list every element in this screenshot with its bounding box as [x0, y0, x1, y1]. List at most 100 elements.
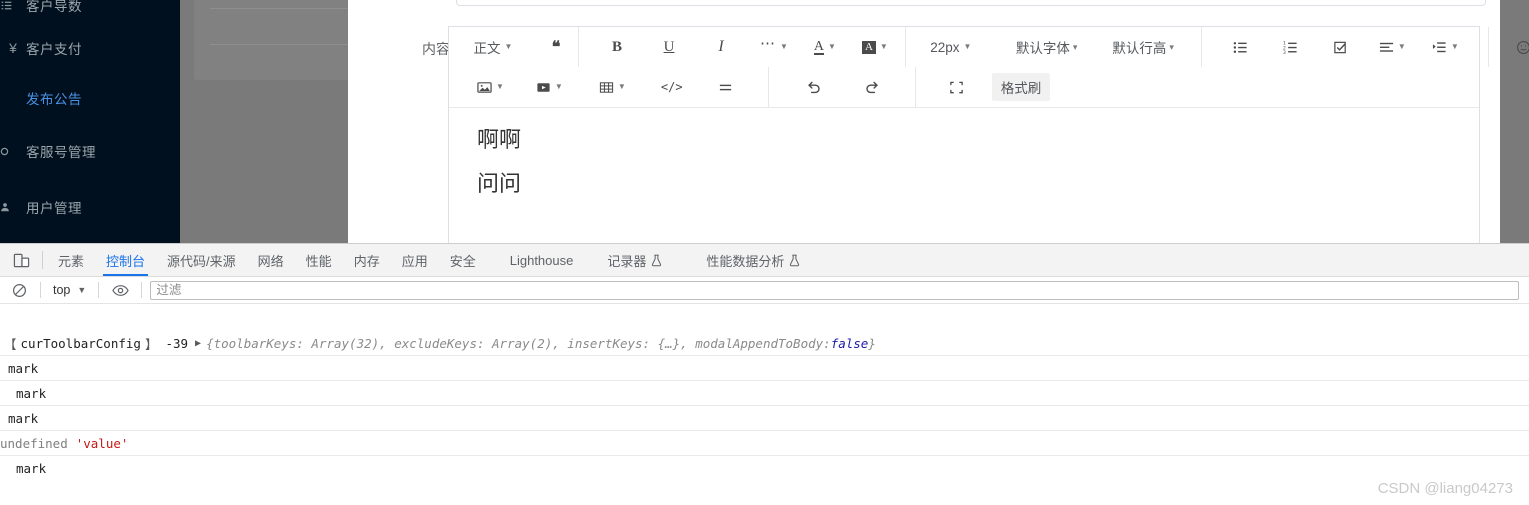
- image-icon: [477, 80, 492, 95]
- toolbar-group-font: 22px ▼ 默认字体 ▾ 默认行高 ▾: [906, 27, 1185, 67]
- tab-label: 控制台: [106, 253, 146, 269]
- emoji-dropdown[interactable]: ▼: [1512, 32, 1529, 62]
- font-size-dropdown[interactable]: 22px ▼: [923, 32, 979, 62]
- numbered-list-button[interactable]: 1 2 3: [1276, 32, 1306, 62]
- format-painter-label: 格式刷: [1000, 81, 1042, 96]
- tab-security[interactable]: 安全: [439, 244, 487, 276]
- expand-triangle-icon[interactable]: ▶: [195, 338, 201, 349]
- console-message-list[interactable]: 【 curToolbarConfig 】 -39 ▶ {toolbarKeys:…: [0, 305, 1529, 505]
- font-color-dropdown[interactable]: A ▼: [810, 32, 840, 62]
- paragraph-style-dropdown[interactable]: 正文 ▼: [466, 32, 520, 62]
- font-family-dropdown[interactable]: 默认字体 ▾: [1012, 32, 1082, 62]
- tab-recorder[interactable]: 记录器: [596, 244, 673, 276]
- divider-button[interactable]: [711, 72, 741, 102]
- editor-content-area[interactable]: 啊啊 问问: [449, 108, 1479, 224]
- todo-list-button[interactable]: [1326, 32, 1356, 62]
- string-value: 'value': [75, 435, 129, 451]
- bold-button[interactable]: B: [602, 32, 632, 62]
- image-dropdown[interactable]: ▼: [473, 72, 508, 102]
- toolbar-group-media: ▼ ▼ ▼ </>: [449, 67, 756, 107]
- tab-lighthouse[interactable]: Lighthouse: [499, 244, 585, 276]
- console-object-row[interactable]: 【 curToolbarConfig 】 -39 ▶ {toolbarKeys:…: [0, 331, 1529, 356]
- live-expression-button[interactable]: [107, 284, 133, 297]
- tab-elements[interactable]: 元素: [47, 244, 95, 276]
- tab-label: 内存: [353, 253, 380, 269]
- tab-sources[interactable]: 源代码/来源: [156, 244, 247, 276]
- inspect-device-toolbar-icon[interactable]: [4, 244, 38, 276]
- italic-button[interactable]: I: [706, 32, 736, 62]
- code-icon: </>: [660, 80, 683, 94]
- emoji-icon: [1516, 40, 1529, 55]
- tab-network[interactable]: 网络: [247, 244, 295, 276]
- undo-button[interactable]: [799, 72, 829, 102]
- bullet-list-button[interactable]: [1226, 32, 1256, 62]
- sidebar-item-publish-announcement[interactable]: 发布公告: [0, 87, 180, 109]
- object-count: -39: [165, 335, 189, 351]
- sidebar-item-service-account[interactable]: 客服号管理: [0, 140, 180, 162]
- line-height-dropdown[interactable]: 默认行高 ▾: [1108, 32, 1178, 62]
- list-icon: [0, 0, 26, 12]
- editor-paragraph: 问问: [477, 170, 522, 196]
- video-dropdown[interactable]: ▼: [532, 72, 567, 102]
- bullet-list-icon: [1233, 40, 1248, 55]
- tab-divider: [42, 251, 43, 269]
- filter-bar-divider: [40, 282, 41, 298]
- sidebar-item-customer-payment[interactable]: ¥ 客户支付: [0, 37, 180, 59]
- table-dropdown[interactable]: ▼: [595, 72, 630, 102]
- align-left-icon: [1379, 40, 1394, 55]
- underline-button[interactable]: U: [654, 32, 684, 62]
- tab-label: 性能数据分析: [706, 253, 785, 269]
- circle-icon: [0, 147, 26, 156]
- italic-icon: I: [718, 38, 724, 55]
- filter-bar-divider: [98, 282, 100, 298]
- chevron-down-icon: ▼: [617, 81, 626, 91]
- app-sidebar[interactable]: 客户导数 ¥ 客户支付 发布公告 客服号管理 用户管理: [0, 0, 180, 243]
- devtools-tab-bar[interactable]: 元素 控制台 源代码/来源 网络 性能 内存 应用 安全 Lighthouse …: [0, 244, 1529, 277]
- align-dropdown[interactable]: ▼: [1375, 32, 1410, 62]
- chevron-down-icon: ▾: [1169, 41, 1174, 52]
- console-blank-row: [0, 305, 1529, 331]
- tab-performance[interactable]: 性能: [295, 244, 343, 276]
- devtools-panel: 元素 控制台 源代码/来源 网络 性能 内存 应用 安全 Lighthouse …: [0, 243, 1529, 505]
- sidebar-item-user-management[interactable]: 用户管理: [0, 196, 180, 218]
- redo-icon: [864, 79, 880, 95]
- toolbar-group-text-format: B U I ⋯ ▼ A ▼ A ▼: [579, 27, 905, 67]
- execution-context-label: top: [53, 283, 71, 297]
- background-color-dropdown[interactable]: A ▼: [858, 32, 892, 62]
- blockquote-button[interactable]: ❝: [541, 32, 571, 62]
- editor-paragraph: 啊啊: [477, 127, 522, 152]
- editor-toolbar[interactable]: 正文 ▼ ❝ B U I ⋯ ▼ A ▼ A ▼ 22px ▼ 默认字体 ▾ 默…: [449, 27, 1529, 108]
- execution-context-select[interactable]: top ▼: [49, 283, 90, 297]
- title-input[interactable]: [456, 0, 1486, 6]
- console-filter-input[interactable]: [150, 280, 1519, 300]
- tab-performance-insights[interactable]: 性能数据分析: [695, 244, 811, 276]
- rich-text-editor[interactable]: 正文 ▼ ❝ B U I ⋯ ▼ A ▼ A ▼ 22px ▼ 默认字体 ▾ 默…: [448, 26, 1529, 243]
- console-text-row: mark: [0, 356, 1529, 381]
- chevron-down-icon: ▼: [1397, 41, 1406, 51]
- bracket-close: 】: [144, 336, 158, 352]
- object-preview-keyword: false: [830, 335, 869, 351]
- chevron-down-icon: ▼: [879, 41, 888, 51]
- filter-bar-divider: [141, 282, 143, 298]
- indent-dropdown[interactable]: ▼: [1428, 32, 1463, 62]
- tab-memory[interactable]: 内存: [343, 244, 391, 276]
- fullscreen-icon: [949, 80, 964, 95]
- redo-button[interactable]: [857, 72, 887, 102]
- content-field-label: 内容: [422, 41, 450, 57]
- console-text-row: mark: [0, 381, 1529, 406]
- more-text-styles-dropdown[interactable]: ⋯ ▼: [756, 32, 792, 62]
- format-painter-button[interactable]: 格式刷: [991, 73, 1051, 101]
- paragraph-style-label: 正文: [473, 41, 501, 56]
- fullscreen-button[interactable]: [942, 72, 972, 102]
- clear-console-button[interactable]: [6, 283, 32, 298]
- indent-icon: [1432, 40, 1447, 55]
- code-block-button[interactable]: </>: [657, 72, 687, 102]
- tab-application[interactable]: 应用: [391, 244, 439, 276]
- video-icon: [536, 80, 551, 95]
- tab-console[interactable]: 控制台: [95, 244, 156, 276]
- console-filter-bar[interactable]: top ▼: [0, 277, 1529, 304]
- font-family-label: 默认字体: [1015, 41, 1070, 56]
- checkbox-list-icon: [1333, 40, 1348, 55]
- sidebar-item-label: 客户导数: [26, 0, 82, 14]
- sidebar-item-customer-export[interactable]: 客户导数: [0, 0, 180, 16]
